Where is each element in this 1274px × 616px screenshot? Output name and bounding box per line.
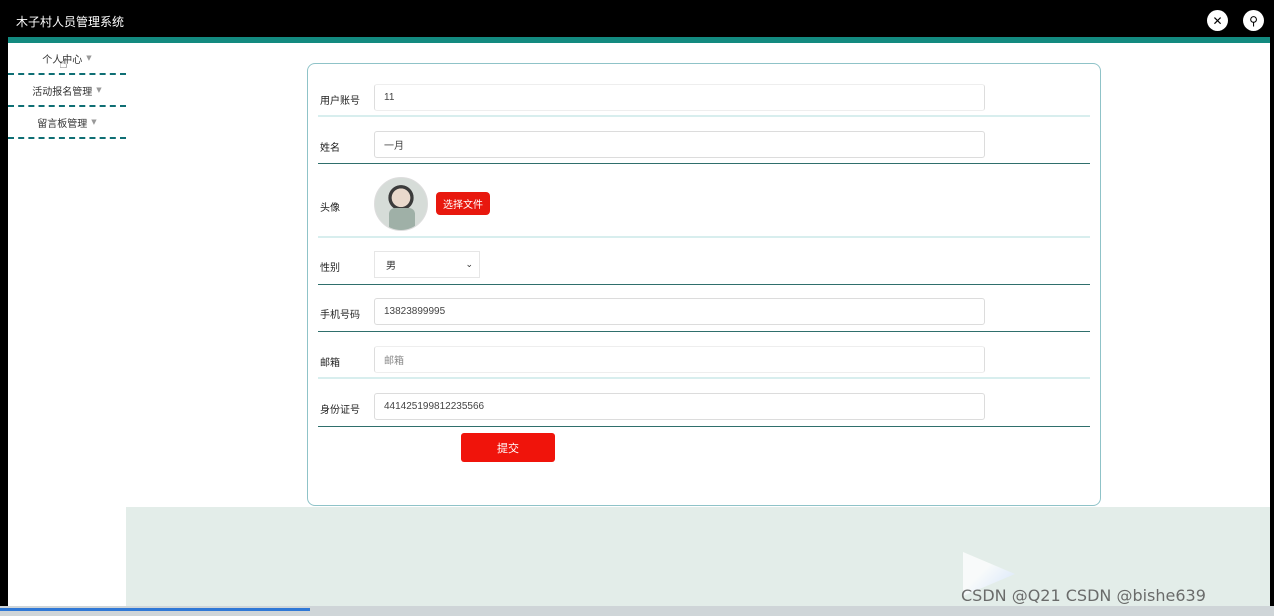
field-label: 用户账号 <box>320 96 360 107</box>
row-divider <box>318 284 1090 285</box>
user-icon[interactable]: ⚲ <box>1243 10 1264 31</box>
form-row-avatar: 头像 选择文件 <box>318 177 1090 238</box>
chevron-down-icon: ▼ <box>96 86 102 94</box>
phone-input[interactable]: 13823899995 <box>374 298 985 325</box>
form-row-phone: 手机号码 13823899995 <box>318 298 1090 332</box>
row-divider <box>318 115 1090 117</box>
account-input[interactable]: 11 <box>374 84 985 111</box>
field-label: 头像 <box>320 203 340 214</box>
form-row-gender: 性别 男 ⌄ <box>318 250 1090 285</box>
sidebar-item-label: 活动报名管理 <box>32 86 93 98</box>
sidebar-item-message-board[interactable]: 留言板管理 ▼ <box>8 107 126 139</box>
form-row-name: 姓名 一月 <box>318 131 1090 164</box>
profile-form: 用户账号 11 姓名 一月 头像 选择文件 性别 男 ⌄ 手机号码 138238… <box>307 63 1101 506</box>
tools-icon[interactable]: ✕ <box>1207 10 1228 31</box>
row-divider <box>318 331 1090 332</box>
chevron-down-icon: ▼ <box>91 118 97 126</box>
top-bar: 木子村人员管理系统 ✕ ⚲ <box>0 0 1274 38</box>
field-label: 手机号码 <box>320 310 360 321</box>
choose-file-button[interactable]: 选择文件 <box>436 192 490 215</box>
form-row-email: 邮箱 邮箱 <box>318 346 1090 379</box>
gender-select[interactable]: 男 ⌄ <box>374 251 480 278</box>
gender-value: 男 <box>386 261 396 272</box>
avatar-image <box>374 177 428 231</box>
name-input[interactable]: 一月 <box>374 131 985 158</box>
app-title: 木子村人员管理系统 <box>16 15 125 29</box>
idcard-input[interactable]: 441425199812235566 <box>374 393 985 420</box>
field-label: 身份证号 <box>320 405 360 416</box>
form-row-account: 用户账号 11 <box>318 84 1090 117</box>
field-label: 邮箱 <box>320 358 340 369</box>
hand-cursor-icon: ☝ <box>59 55 68 71</box>
field-label: 性别 <box>320 263 340 274</box>
sidebar-item-label: 留言板管理 <box>37 118 88 130</box>
sidebar: 个人中心 ▼ 活动报名管理 ▼ 留言板管理 ▼ <box>8 43 126 606</box>
row-divider <box>318 426 1090 427</box>
field-label: 姓名 <box>320 143 340 154</box>
row-divider <box>318 236 1090 238</box>
chevron-down-icon: ⌄ <box>465 259 473 269</box>
submit-button[interactable]: 提交 <box>461 433 555 462</box>
watermark-text: CSDN @Q21 CSDN @bishe639 <box>961 586 1206 605</box>
row-divider <box>318 377 1090 379</box>
form-row-idcard: 身份证号 441425199812235566 <box>318 393 1090 427</box>
chevron-down-icon: ▼ <box>86 54 92 62</box>
email-input[interactable]: 邮箱 <box>374 346 985 373</box>
sidebar-item-activity[interactable]: 活动报名管理 ▼ <box>8 75 126 107</box>
row-divider <box>318 163 1090 164</box>
taskbar-highlight <box>0 608 310 611</box>
